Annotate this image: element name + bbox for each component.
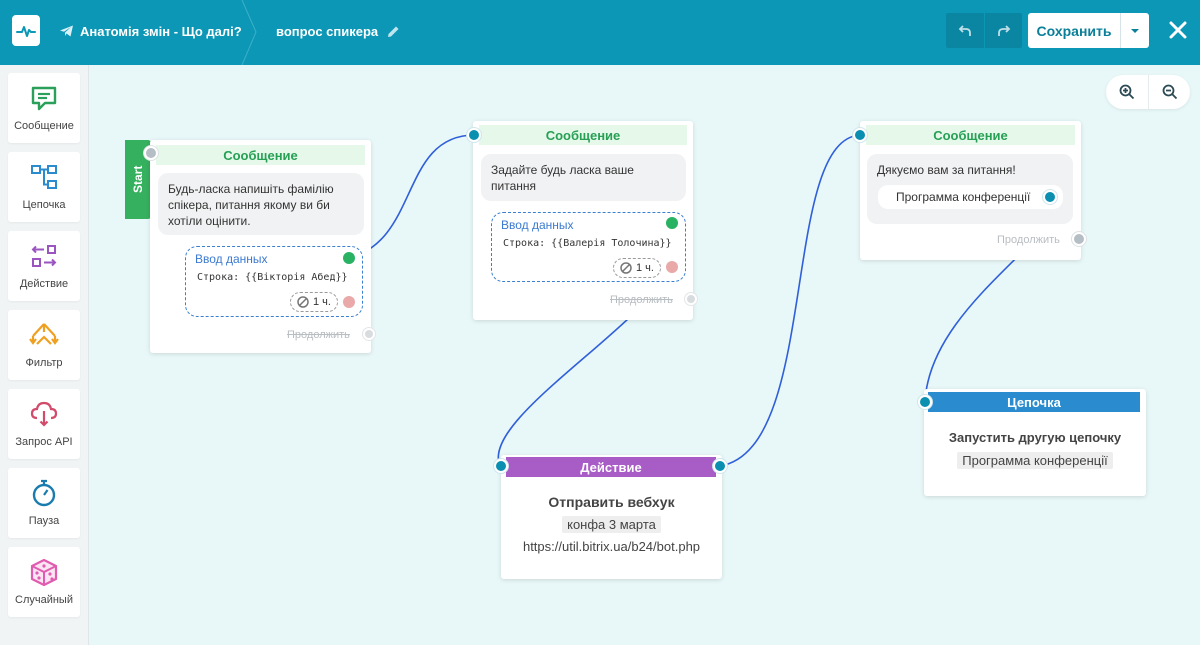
quick-reply-port[interactable] <box>1043 190 1057 204</box>
palette-filter[interactable]: Фильтр <box>8 310 80 380</box>
data-input-title: Ввод данных <box>195 252 268 266</box>
wire-action-to-msg3 <box>719 134 861 467</box>
close-icon <box>1169 21 1187 39</box>
pulse-icon <box>16 25 36 37</box>
webhook-url: https://util.bitrix.ua/b24/bot.php <box>522 539 701 554</box>
action-out-port[interactable] <box>713 459 727 473</box>
data-input-value: Строка: {{Валерія Толочина}} <box>503 238 672 249</box>
breadcrumb-separator <box>241 0 257 65</box>
filter-icon <box>29 323 59 345</box>
node-title: Сообщение <box>479 125 687 145</box>
palette-chain[interactable]: Цепочка <box>8 152 80 222</box>
telegram-icon <box>60 25 73 37</box>
pencil-icon[interactable] <box>387 25 400 38</box>
dice-icon <box>30 558 58 587</box>
palette-action[interactable]: Действие <box>8 231 80 301</box>
input-success-port[interactable] <box>666 217 678 229</box>
undo-button[interactable] <box>946 13 984 48</box>
save-button[interactable]: Сохранить <box>1028 13 1120 48</box>
chain-target: Программа конференції <box>957 452 1113 469</box>
caret-down-icon <box>1131 28 1139 33</box>
save-options-button[interactable] <box>1120 13 1149 48</box>
chain-icon <box>31 165 57 189</box>
action-node[interactable]: Действие Отправить вебхук конфа 3 марта … <box>501 455 722 579</box>
node-title: Сообщение <box>156 145 365 165</box>
data-input-value: Строка: {{Вікторія Абед}} <box>197 272 348 283</box>
save-split-button: Сохранить <box>1028 13 1149 48</box>
palette-message[interactable]: Сообщение <box>8 73 80 143</box>
chain-name: вопрос спикера <box>276 23 379 39</box>
palette-random[interactable]: Случайный <box>8 547 80 617</box>
continue-port[interactable] <box>363 328 375 340</box>
chain-node[interactable]: Цепочка Запустить другую цепочку Програм… <box>924 389 1146 496</box>
project-name: Анатомія змін - Що далі? <box>80 23 242 39</box>
zoom-out-button[interactable] <box>1148 75 1190 109</box>
close-button[interactable] <box>1166 18 1190 42</box>
redo-icon <box>997 24 1010 36</box>
zoom-in-button[interactable] <box>1106 75 1148 109</box>
top-header: Анатомія змін - Що далі? вопрос спикера … <box>0 0 1200 65</box>
message-1-in-port[interactable] <box>144 146 158 160</box>
continue-port[interactable] <box>1072 232 1086 246</box>
message-node-1[interactable]: Сообщение Будь-ласка напишіть фамілію сп… <box>150 140 375 353</box>
no-entry-icon <box>620 262 632 274</box>
message-node-2[interactable]: Сообщение Задайте будь ласка ваше питанн… <box>473 121 697 320</box>
node-title: Действие <box>506 457 716 477</box>
action-tag-row: конфа 3 марта <box>501 516 722 533</box>
breadcrumb-chain[interactable]: вопрос спикера <box>276 22 400 40</box>
block-palette: Сообщение Цепочка Действие Фильтр Запрос… <box>0 65 89 645</box>
action-tag: конфа 3 марта <box>562 516 661 533</box>
node-title: Сообщение <box>866 125 1075 145</box>
redo-button[interactable] <box>984 13 1022 48</box>
continue-port[interactable] <box>685 293 697 305</box>
chain-in-port[interactable] <box>918 395 932 409</box>
api-cloud-icon <box>30 401 58 427</box>
quick-reply-button[interactable]: Программа конференції <box>878 185 1063 209</box>
history-controls <box>946 13 1022 48</box>
app-logo[interactable] <box>12 15 40 46</box>
message-text: Задайте будь ласка ваше питання <box>481 154 686 201</box>
zoom-in-icon <box>1119 84 1135 100</box>
timeout-badge[interactable]: 1 ч. <box>613 258 661 278</box>
timeout-badge[interactable]: 1 ч. <box>290 292 338 312</box>
continue-label: Продолжить <box>610 294 673 306</box>
action-in-port[interactable] <box>494 459 508 473</box>
message-text: Будь-ласка напишіть фамілію спікера, пит… <box>158 173 364 235</box>
input-timeout-port[interactable] <box>343 296 355 308</box>
continue-label: Продолжить <box>287 329 350 341</box>
chain-target-row: Программа конференції <box>924 452 1146 469</box>
message-icon <box>31 86 57 111</box>
breadcrumb-project[interactable]: Анатомія змін - Що далі? <box>60 22 242 40</box>
no-entry-icon <box>297 296 309 308</box>
chain-action-name: Запустить другую цепочку <box>948 430 1122 445</box>
action-icon <box>31 245 57 267</box>
zoom-out-icon <box>1162 84 1177 100</box>
stopwatch-icon <box>32 479 56 507</box>
input-timeout-port[interactable] <box>666 261 678 273</box>
message-3-in-port[interactable] <box>853 128 867 142</box>
palette-api-request[interactable]: Запрос API <box>8 389 80 459</box>
message-2-in-port[interactable] <box>467 128 481 142</box>
continue-label: Продолжить <box>997 234 1060 246</box>
message-node-3[interactable]: Сообщение Дякуємо вам за питання! Програ… <box>860 121 1086 260</box>
palette-pause[interactable]: Пауза <box>8 468 80 538</box>
zoom-controls <box>1106 75 1190 109</box>
undo-icon <box>958 24 971 36</box>
node-title: Цепочка <box>928 392 1140 412</box>
action-name: Отправить вебхук <box>548 494 675 510</box>
input-success-port[interactable] <box>343 252 355 264</box>
data-input-title: Ввод данных <box>501 218 574 232</box>
